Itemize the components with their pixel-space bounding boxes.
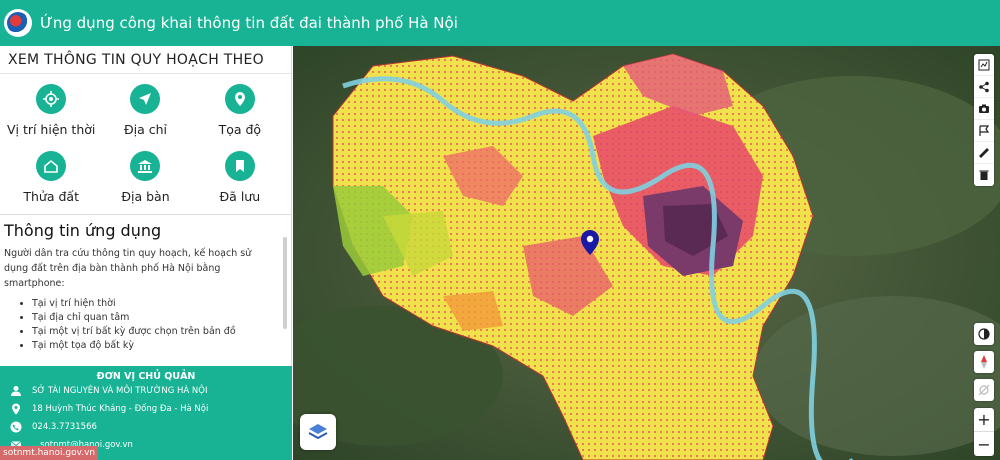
owner-phone[interactable]: 024.3.7731566 <box>32 422 97 432</box>
option-area[interactable]: Địa bàn <box>98 151 192 204</box>
camera-icon[interactable] <box>974 98 994 120</box>
info-scrollbar[interactable] <box>283 237 287 329</box>
app-info-panel[interactable]: Thông tin ứng dụng Người dân tra cứu thô… <box>0 215 291 375</box>
zoom-out-button[interactable]: − <box>974 432 994 456</box>
map-view[interactable]: + − <box>293 46 1000 460</box>
chart-icon[interactable] <box>974 54 994 76</box>
bookmark-icon <box>224 151 255 181</box>
owner-address-row: 18 Huỳnh Thúc Kháng - Đống Đa - Hà Nội <box>0 400 292 418</box>
list-item: Tại một vị trí bất kỳ được chọn trên bản… <box>32 325 283 339</box>
phone-icon <box>10 421 22 433</box>
option-label: Đã lưu <box>219 189 261 204</box>
navigation-arrow-icon <box>130 84 161 114</box>
app-logo <box>4 9 32 37</box>
list-item: Tại địa chỉ quan tâm <box>32 311 283 325</box>
location-icon <box>10 403 22 415</box>
owner-address: 18 Huỳnh Thúc Kháng - Đống Đa - Hà Nội <box>32 404 209 414</box>
option-label: Địa chỉ <box>123 122 168 137</box>
users-icon <box>10 385 22 397</box>
list-item: Tại vị trí hiện thời <box>32 297 283 311</box>
map-toolbar <box>974 54 994 186</box>
crosshair-icon <box>36 84 67 114</box>
option-land-parcel[interactable]: Thửa đất <box>4 151 98 204</box>
option-address[interactable]: Địa chỉ <box>98 84 192 137</box>
list-item: Tại một tọa độ bất kỳ <box>32 339 283 353</box>
section-title: XEM THÔNG TIN QUY HOẠCH THEO <box>0 46 291 74</box>
option-coordinates[interactable]: Tọa độ <box>193 84 287 137</box>
zoom-control: + − <box>974 408 994 456</box>
owner-title: ĐƠN VỊ CHỦ QUẢN <box>96 371 196 382</box>
location-off-button[interactable] <box>974 379 994 401</box>
bank-building-icon <box>130 151 161 181</box>
contrast-toggle-button[interactable] <box>974 323 994 345</box>
location-off-icon <box>978 384 990 396</box>
contrast-icon <box>978 328 990 340</box>
owner-org-row: SỞ TÀI NGUYÊN VÀ MÔI TRƯỜNG HÀ NỘI <box>0 382 292 400</box>
layers-icon <box>308 424 328 440</box>
planning-map[interactable] <box>293 46 1000 460</box>
option-label: Vị trí hiện thời <box>6 122 96 137</box>
compass-button[interactable] <box>974 351 994 373</box>
option-label: Địa bàn <box>121 189 170 204</box>
share-icon[interactable] <box>974 76 994 98</box>
option-saved[interactable]: Đã lưu <box>193 151 287 204</box>
home-icon <box>36 151 67 181</box>
app-header: Ứng dụng công khai thông tin đất đai thà… <box>0 0 1000 46</box>
owner-phone-row: 024.3.7731566 <box>0 418 292 436</box>
ruler-icon[interactable] <box>974 142 994 164</box>
lookup-options: Vị trí hiện thời Địa chỉ Tọa độ Thửa đất <box>0 74 291 215</box>
info-title: Thông tin ứng dụng <box>4 221 162 240</box>
source-watermark: sotnmt.hanoi.gov.vn <box>0 446 99 460</box>
flag-icon[interactable] <box>974 120 994 142</box>
trash-icon[interactable] <box>974 164 994 186</box>
app-title: Ứng dụng công khai thông tin đất đai thà… <box>40 14 458 32</box>
owner-org: SỞ TÀI NGUYÊN VÀ MÔI TRƯỜNG HÀ NỘI <box>32 386 208 396</box>
compass-icon <box>981 355 987 369</box>
info-list: Tại vị trí hiện thời Tại địa chỉ quan tâ… <box>32 297 283 353</box>
option-current-location[interactable]: Vị trí hiện thời <box>4 84 98 137</box>
option-label: Thửa đất <box>23 189 79 204</box>
info-description: Người dân tra cứu thông tin quy hoạch, k… <box>4 248 252 289</box>
map-pin-icon <box>224 84 255 114</box>
zoom-in-button[interactable]: + <box>974 408 994 432</box>
layers-button[interactable] <box>300 414 336 450</box>
option-label: Tọa độ <box>218 122 262 137</box>
sidebar: XEM THÔNG TIN QUY HOẠCH THEO Vị trí hiện… <box>0 46 292 460</box>
app-window: Ứng dụng công khai thông tin đất đai thà… <box>0 0 1000 460</box>
